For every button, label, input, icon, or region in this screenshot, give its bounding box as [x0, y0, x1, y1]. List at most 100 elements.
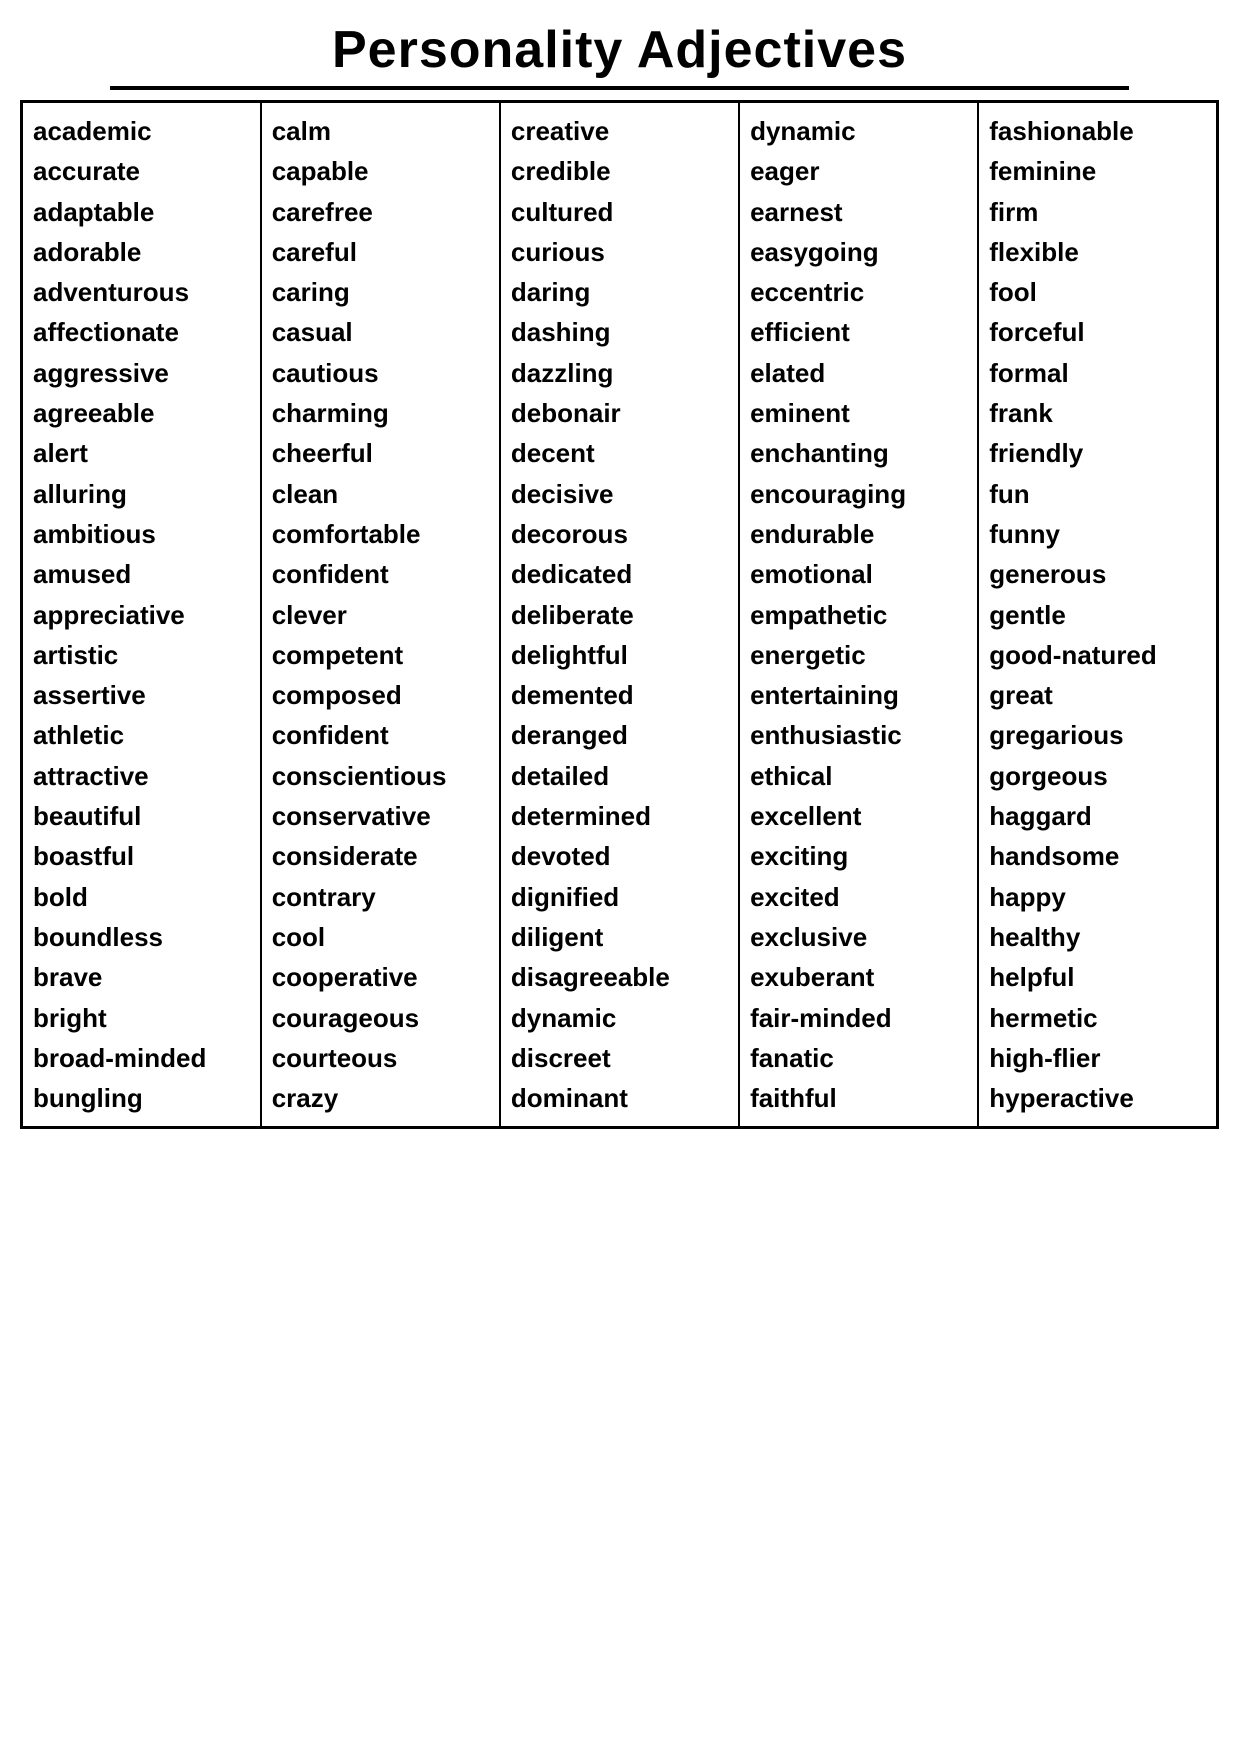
list-item: courageous: [272, 998, 489, 1038]
list-item: dynamic: [750, 111, 967, 151]
list-item: efficient: [750, 312, 967, 352]
list-item: delightful: [511, 635, 728, 675]
list-item: decisive: [511, 474, 728, 514]
list-item: dynamic: [511, 998, 728, 1038]
column-4: dynamiceagerearnesteasygoingeccentriceff…: [739, 102, 978, 1128]
list-item: eminent: [750, 393, 967, 433]
list-item: decent: [511, 433, 728, 473]
list-item: attractive: [33, 756, 250, 796]
list-item: alert: [33, 433, 250, 473]
list-item: cooperative: [272, 957, 489, 997]
list-item: beautiful: [33, 796, 250, 836]
list-item: bungling: [33, 1078, 250, 1118]
list-item: fool: [989, 272, 1206, 312]
column-5: fashionablefemininefirmflexiblefoolforce…: [978, 102, 1217, 1128]
list-item: agreeable: [33, 393, 250, 433]
list-item: curious: [511, 232, 728, 272]
list-item: endurable: [750, 514, 967, 554]
list-item: friendly: [989, 433, 1206, 473]
list-item: fair-minded: [750, 998, 967, 1038]
column-1: academicaccurateadaptableadorableadventu…: [22, 102, 261, 1128]
list-item: competent: [272, 635, 489, 675]
table-row: academicaccurateadaptableadorableadventu…: [22, 102, 1218, 1128]
list-item: generous: [989, 554, 1206, 594]
list-item: enthusiastic: [750, 715, 967, 755]
list-item: ethical: [750, 756, 967, 796]
list-item: broad-minded: [33, 1038, 250, 1078]
list-item: flexible: [989, 232, 1206, 272]
list-item: emotional: [750, 554, 967, 594]
list-item: feminine: [989, 151, 1206, 191]
list-item: crazy: [272, 1078, 489, 1118]
list-item: hyperactive: [989, 1078, 1206, 1118]
list-item: gregarious: [989, 715, 1206, 755]
list-item: carefree: [272, 192, 489, 232]
list-item: composed: [272, 675, 489, 715]
list-item: brave: [33, 957, 250, 997]
title-section: Personality Adjectives: [20, 20, 1219, 90]
list-item: creative: [511, 111, 728, 151]
list-item: adaptable: [33, 192, 250, 232]
column-2: calmcapablecarefreecarefulcaringcasualca…: [261, 102, 500, 1128]
list-item: encouraging: [750, 474, 967, 514]
list-item: fashionable: [989, 111, 1206, 151]
list-item: disagreeable: [511, 957, 728, 997]
list-item: formal: [989, 353, 1206, 393]
list-item: bright: [33, 998, 250, 1038]
list-item: confident: [272, 715, 489, 755]
list-item: dashing: [511, 312, 728, 352]
list-item: caring: [272, 272, 489, 312]
list-item: eccentric: [750, 272, 967, 312]
list-item: frank: [989, 393, 1206, 433]
list-item: confident: [272, 554, 489, 594]
list-item: discreet: [511, 1038, 728, 1078]
list-item: calm: [272, 111, 489, 151]
list-item: determined: [511, 796, 728, 836]
list-item: hermetic: [989, 998, 1206, 1038]
list-item: earnest: [750, 192, 967, 232]
list-item: bold: [33, 877, 250, 917]
list-item: capable: [272, 151, 489, 191]
list-item: energetic: [750, 635, 967, 675]
list-item: high-flier: [989, 1038, 1206, 1078]
page-title: Personality Adjectives: [20, 20, 1219, 80]
list-item: amused: [33, 554, 250, 594]
list-item: alluring: [33, 474, 250, 514]
word-list-2: calmcapablecarefreecarefulcaringcasualca…: [272, 111, 489, 1118]
list-item: affectionate: [33, 312, 250, 352]
list-item: gentle: [989, 595, 1206, 635]
list-item: decorous: [511, 514, 728, 554]
list-item: boastful: [33, 836, 250, 876]
word-list-5: fashionablefemininefirmflexiblefoolforce…: [989, 111, 1206, 1118]
list-item: debonair: [511, 393, 728, 433]
list-item: accurate: [33, 151, 250, 191]
list-item: faithful: [750, 1078, 967, 1118]
list-item: detailed: [511, 756, 728, 796]
list-item: happy: [989, 877, 1206, 917]
list-item: excellent: [750, 796, 967, 836]
list-item: demented: [511, 675, 728, 715]
list-item: enchanting: [750, 433, 967, 473]
list-item: eager: [750, 151, 967, 191]
list-item: charming: [272, 393, 489, 433]
list-item: clever: [272, 595, 489, 635]
list-item: haggard: [989, 796, 1206, 836]
list-item: deranged: [511, 715, 728, 755]
list-item: academic: [33, 111, 250, 151]
list-item: adorable: [33, 232, 250, 272]
list-item: cool: [272, 917, 489, 957]
list-item: great: [989, 675, 1206, 715]
list-item: athletic: [33, 715, 250, 755]
list-item: credible: [511, 151, 728, 191]
list-item: daring: [511, 272, 728, 312]
list-item: cheerful: [272, 433, 489, 473]
list-item: careful: [272, 232, 489, 272]
list-item: exuberant: [750, 957, 967, 997]
list-item: healthy: [989, 917, 1206, 957]
list-item: firm: [989, 192, 1206, 232]
list-item: conservative: [272, 796, 489, 836]
list-item: handsome: [989, 836, 1206, 876]
list-item: diligent: [511, 917, 728, 957]
column-3: creativecredibleculturedcuriousdaringdas…: [500, 102, 739, 1128]
list-item: devoted: [511, 836, 728, 876]
